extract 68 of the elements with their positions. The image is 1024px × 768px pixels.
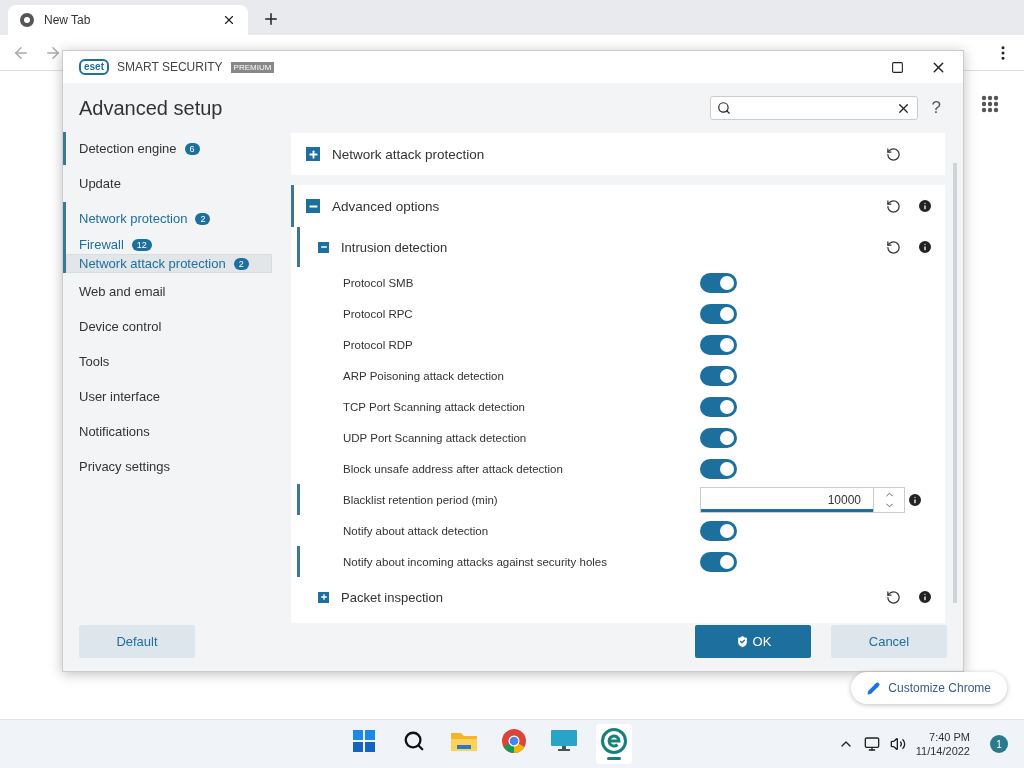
sidebar-item[interactable]: User interface: [66, 380, 272, 413]
section-title: Advanced options: [332, 198, 441, 214]
section-title: Network attack protection: [332, 146, 486, 162]
setting-label: Protocol RDP: [343, 338, 414, 351]
setting-label: TCP Port Scanning attack detection: [343, 400, 526, 413]
windows-icon[interactable]: [352, 730, 375, 752]
dialog-button[interactable]: OK: [695, 624, 811, 658]
collapse-icon[interactable]: [318, 241, 329, 253]
browser-tab[interactable]: New Tab: [8, 5, 248, 35]
setting-label: Protocol RPC: [343, 307, 414, 320]
setting-label: Blacklist retention period (min): [343, 493, 499, 506]
toggle-switch[interactable]: [700, 551, 737, 572]
setting-label: Block unsafe address after attack detection: [343, 462, 564, 475]
sidebar-item[interactable]: Notifications: [66, 415, 272, 448]
setting-label: Notify about incoming attacks against security holes: [343, 555, 608, 568]
tab-title: New Tab: [44, 13, 92, 27]
folder-icon[interactable]: [450, 731, 477, 751]
sidebar-item[interactable]: Network protection 2: [66, 202, 272, 235]
maximize-icon[interactable]: [891, 60, 904, 74]
scrollbar[interactable]: [953, 163, 957, 603]
sidebar-item[interactable]: Firewall 12: [66, 235, 272, 254]
customize-button[interactable]: Customize Chrome: [851, 672, 1007, 704]
monitor-icon[interactable]: [550, 730, 577, 752]
section-title: Intrusion detection: [341, 239, 449, 255]
search-icon[interactable]: [402, 730, 425, 752]
apps-grid-icon[interactable]: [981, 95, 999, 113]
sidebar-item[interactable]: Detection engine 6: [66, 132, 272, 165]
sidebar-item[interactable]: Network attack protection 2: [66, 254, 272, 273]
collapse-icon[interactable]: [306, 199, 320, 213]
toggle-switch[interactable]: [700, 427, 737, 448]
expand-icon[interactable]: [306, 147, 320, 161]
logo: eset: [79, 59, 109, 75]
dialog-title: Advanced setup: [78, 96, 224, 121]
active-indicator: [606, 757, 621, 760]
sidebar-item[interactable]: Privacy settings: [66, 450, 272, 483]
toggle-switch[interactable]: [700, 458, 737, 479]
network-icon[interactable]: [863, 736, 880, 752]
setting-label: Protocol SMB: [343, 276, 415, 289]
notification-badge[interactable]: 1: [990, 735, 1008, 753]
close-icon[interactable]: [222, 13, 236, 27]
section-title: Packet inspection: [341, 589, 444, 605]
setting-label: Notify about attack detection: [343, 524, 490, 537]
sidebar-item[interactable]: Tools: [66, 345, 272, 378]
toggle-switch[interactable]: [700, 520, 737, 541]
toggle-switch[interactable]: [700, 303, 737, 324]
sidebar-item[interactable]: Device control: [66, 310, 272, 343]
search-icon: [716, 101, 731, 115]
sidebar-item[interactable]: Web and email: [66, 275, 272, 308]
setting-label: UDP Port Scanning attack detection: [343, 431, 528, 444]
volume-icon[interactable]: [889, 736, 906, 752]
product-name: SMART SECURITY: [117, 60, 223, 74]
new-tab-icon[interactable]: [262, 10, 280, 28]
toggle-switch[interactable]: [700, 272, 737, 293]
toggle-switch[interactable]: [700, 334, 737, 355]
dialog-button[interactable]: Cancel: [831, 624, 947, 658]
clock[interactable]: 7:40 PM 11/14/2022: [915, 731, 970, 757]
edition-badge: PREMIUM: [230, 61, 275, 73]
number-field[interactable]: 10000: [700, 486, 905, 513]
pencil-icon: [867, 681, 881, 695]
search-field[interactable]: [709, 96, 918, 120]
sidebar-item[interactable]: Update: [66, 167, 272, 200]
dialog-button[interactable]: Default: [79, 624, 195, 658]
app-icon[interactable]: [600, 728, 627, 754]
setting-label: ARP Poisoning attack detection: [343, 369, 505, 382]
help-icon[interactable]: ?: [931, 98, 941, 118]
expand-icon[interactable]: [318, 591, 329, 603]
toggle-switch[interactable]: [700, 396, 737, 417]
toggle-switch[interactable]: [700, 365, 737, 386]
